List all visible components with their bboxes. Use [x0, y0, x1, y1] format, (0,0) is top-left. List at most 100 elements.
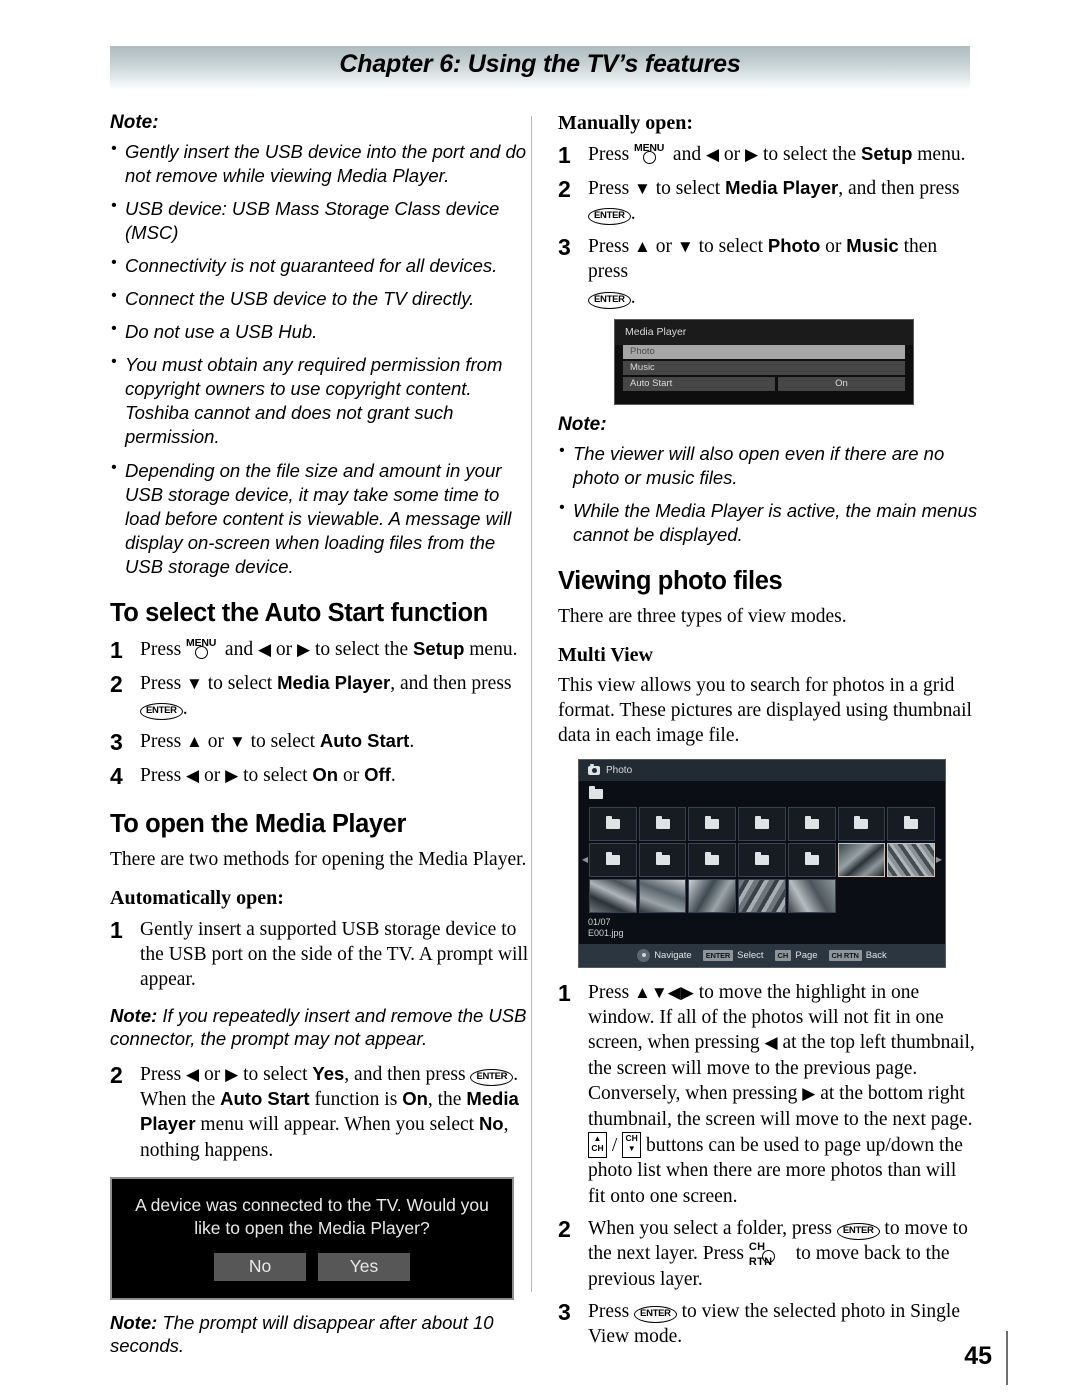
step-body: Press ▼ to select Media Player, and then… [588, 176, 978, 227]
step-text: Press [140, 730, 187, 752]
menu-name-setup: Setup [861, 143, 913, 164]
step-text: and [668, 144, 706, 165]
step-multi-view-2: 2 When you select a folder, press ENTER … [558, 1216, 978, 1292]
folder-icon [605, 815, 620, 829]
media-player-osd: Media Player Photo Music Auto Start On [614, 318, 914, 405]
up-arrow-icon: ▲ [186, 731, 203, 751]
menu-name-auto-start: Auto Start [220, 1088, 310, 1110]
enter-key-icon: ENTER [634, 1305, 677, 1323]
left-arrow-icon: ◀ [186, 765, 200, 785]
step-body: Press MENU and ◀ or ▶ to select the Setu… [140, 637, 530, 664]
grid-cell-photo[interactable] [887, 842, 935, 877]
photo-osd-breadcrumb [579, 781, 945, 807]
step-text: When you select a folder, press [588, 1217, 837, 1239]
step-text: Press [588, 1300, 635, 1322]
photo-viewer-osd: Photo ◀ ▶ 01/07 E001.jpg Navigate ENTER … [578, 758, 946, 968]
grid-cell-folder[interactable] [638, 806, 687, 841]
step-body: Press MENU and ◀ or ▶ to select the Setu… [588, 142, 978, 169]
open-media-player-intro: There are two methods for opening the Me… [110, 848, 527, 870]
left-arrow-icon: ◀ [764, 1033, 778, 1053]
step-body: Press ▲ or ▼ to select Auto Start. [140, 729, 530, 756]
heading-open-media-player: To open the Media Player [110, 809, 406, 838]
step-text: menu. [912, 144, 966, 165]
step-text: Press [140, 638, 187, 660]
grid-cell-photo[interactable] [638, 878, 687, 913]
prompt-yes-button[interactable]: Yes [318, 1252, 410, 1281]
nav-label: Back [865, 949, 887, 961]
step-text: Press [588, 981, 635, 1003]
grid-cell-folder[interactable] [589, 842, 637, 877]
grid-cell-folder[interactable] [887, 806, 935, 841]
grid-cell-folder[interactable] [638, 842, 687, 877]
heading-viewing-photo-files: Viewing photo files [558, 567, 783, 596]
down-arrow-icon: ▼ [228, 731, 246, 751]
grid-cell-folder[interactable] [738, 842, 786, 877]
step-text: or [199, 1063, 226, 1085]
option-no: No [478, 1113, 504, 1135]
step-body: When you select a folder, press ENTER to… [588, 1216, 978, 1292]
grid-cell-folder[interactable] [589, 806, 637, 841]
step-body: Press ENTER to view the selected photo i… [588, 1299, 978, 1350]
heading-multi-view: Multi View [558, 643, 653, 666]
prev-page-arrow-icon[interactable]: ◀ [581, 855, 589, 864]
step-body: Press ▼ to select Media Player, and then… [140, 671, 530, 722]
step-text: Press [140, 672, 187, 694]
grid-cell-photo[interactable] [837, 842, 886, 877]
grid-cell-folder[interactable] [738, 806, 786, 841]
photo-osd-meta: 01/07 E001.jpg [579, 913, 945, 944]
channel-up-key-icon: ▲ CH [588, 1131, 607, 1158]
right-arrow-icon: ▶ [225, 1064, 239, 1084]
grid-cell-folder[interactable] [787, 806, 836, 841]
step-text: or [202, 730, 229, 752]
prompt-message: A device was connected to the TV. Would … [135, 1195, 489, 1238]
right-arrow-icon: ▶ [297, 639, 311, 659]
grid-cell-photo[interactable] [738, 878, 786, 913]
step-text: . [630, 286, 636, 308]
step-text: or [271, 638, 298, 660]
grid-cell-folder[interactable] [787, 842, 836, 877]
step-number: 2 [558, 176, 571, 203]
prompt-no-button[interactable]: No [214, 1252, 306, 1281]
grid-cell-photo[interactable] [589, 878, 637, 913]
grid-cell-photo[interactable] [688, 878, 737, 913]
list-item: Connect the USB device to the TV directl… [110, 286, 530, 311]
photo-osd-title-bar: Photo [579, 759, 945, 781]
step-number: 4 [110, 762, 123, 789]
menu-name-music: Music [846, 234, 899, 256]
grid-cell-folder[interactable] [688, 842, 737, 877]
ch-rtn-key-icon: CH RTN [828, 949, 862, 961]
menu-key-icon: MENU [186, 637, 220, 659]
step-number: 3 [110, 728, 123, 755]
osd-rows: Photo Music Auto Start On [615, 344, 913, 391]
step-text: to select [238, 1063, 313, 1085]
step-text: or [338, 764, 365, 786]
enter-key-icon: ENTER [588, 208, 631, 226]
step-text: . [182, 698, 188, 720]
step-text: . [390, 764, 396, 786]
nav-label: Select [737, 949, 764, 961]
step-text: or [650, 235, 677, 257]
step-auto-start-1: 1 Press MENU and ◀ or ▶ to select the Se… [110, 637, 530, 664]
grid-cell-folder[interactable] [688, 806, 737, 841]
enter-key-icon: ENTER [588, 291, 631, 309]
osd-row-music[interactable]: Music [623, 360, 905, 375]
step-text: to select [650, 178, 726, 200]
step-text: , and then press [344, 1063, 471, 1085]
menu-name-auto-start: Auto Start [319, 729, 410, 751]
osd-row-photo[interactable]: Photo [623, 344, 905, 359]
menu-name-media-player: Media Player [277, 671, 391, 693]
next-page-arrow-icon[interactable]: ▶ [935, 855, 943, 864]
folder-icon [655, 851, 670, 865]
column-divider [531, 116, 532, 1292]
grid-cell-photo[interactable] [787, 878, 836, 913]
step-text: and [220, 638, 258, 660]
right-arrow-icon: ▶ [802, 1084, 816, 1104]
heading-automatically-open: Automatically open: [110, 886, 284, 909]
step-text: Press [588, 144, 635, 165]
right-arrow-icon: ▶ [225, 765, 239, 785]
step-number: 1 [110, 916, 123, 943]
grid-cell-folder[interactable] [837, 806, 886, 841]
step-body: Press ▲▼◀▶ to move the highlight in one … [588, 981, 975, 1207]
osd-row-auto-start[interactable]: Auto Start On [623, 376, 905, 391]
photo-osd-nav-bar: Navigate ENTER Select CH Page CH RTN Back [579, 943, 945, 967]
